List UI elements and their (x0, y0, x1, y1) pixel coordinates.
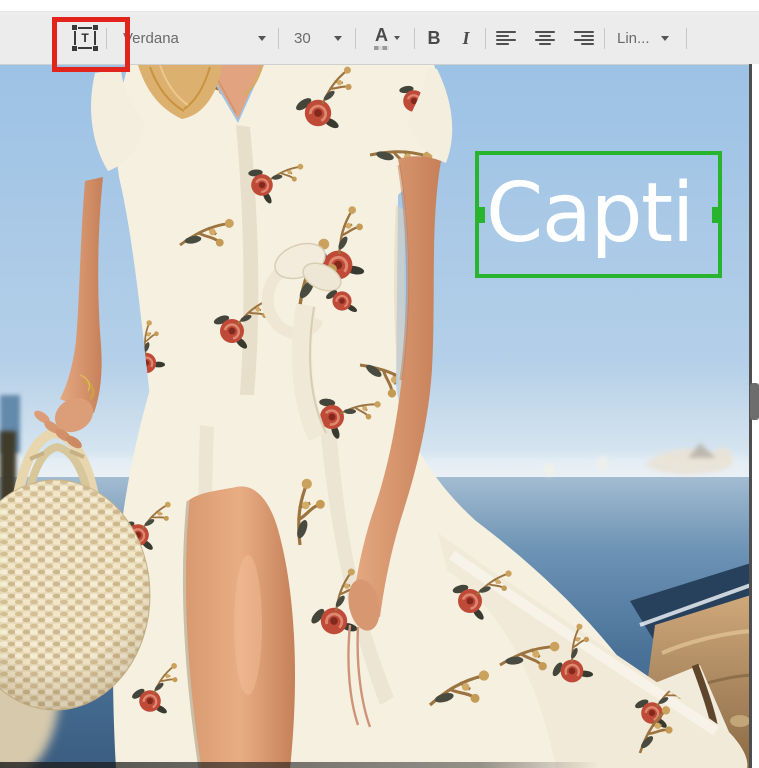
handle-dot (92, 45, 99, 52)
bold-button[interactable]: B (421, 28, 447, 49)
caret-down-icon (394, 36, 400, 40)
handle-dot (71, 45, 78, 52)
toolbar-divider (278, 27, 279, 49)
caption-selection-box[interactable] (475, 151, 722, 278)
caret-down-icon (258, 35, 266, 41)
toolbar-divider (414, 27, 415, 49)
resize-handle-right[interactable] (712, 206, 720, 223)
window-top-strip (0, 0, 759, 12)
caret-down-icon (334, 35, 342, 41)
resize-handle-left[interactable] (477, 206, 485, 223)
font-family-select[interactable]: Verdana (123, 30, 266, 47)
toolbar-divider (106, 27, 107, 49)
photo-canvas[interactable]: Capti (0, 65, 751, 768)
font-size-select[interactable]: 30 (294, 30, 342, 47)
text-color-button[interactable]: A (374, 26, 400, 50)
align-left-icon[interactable] (496, 30, 516, 46)
handle-dot (92, 24, 99, 31)
toolbar-divider (604, 27, 605, 49)
text-box-tool-icon[interactable]: T (71, 24, 99, 52)
handle-dot (71, 24, 78, 31)
text-format-toolbar: T Verdana 30 A B I Lin... (0, 12, 759, 65)
text-color-icon: A (374, 25, 389, 50)
line-style-select[interactable]: Lin... (617, 30, 669, 47)
italic-button[interactable]: I (453, 28, 479, 49)
caret-down-icon (661, 35, 669, 41)
align-center-icon[interactable] (535, 30, 555, 46)
text-tool-glyph: T (81, 31, 89, 45)
font-size-value: 30 (294, 29, 311, 47)
line-style-value: Lin... (617, 29, 650, 47)
photo-bottom-shadow (0, 762, 600, 768)
toolbar-divider (485, 27, 486, 49)
align-right-icon[interactable] (574, 30, 594, 46)
toolbar-divider (686, 27, 687, 49)
scrollbar-thumb[interactable] (750, 383, 759, 420)
toolbar-divider (355, 27, 356, 49)
sailboat (544, 462, 554, 476)
font-family-value: Verdana (123, 29, 179, 47)
sailboat (596, 456, 608, 472)
